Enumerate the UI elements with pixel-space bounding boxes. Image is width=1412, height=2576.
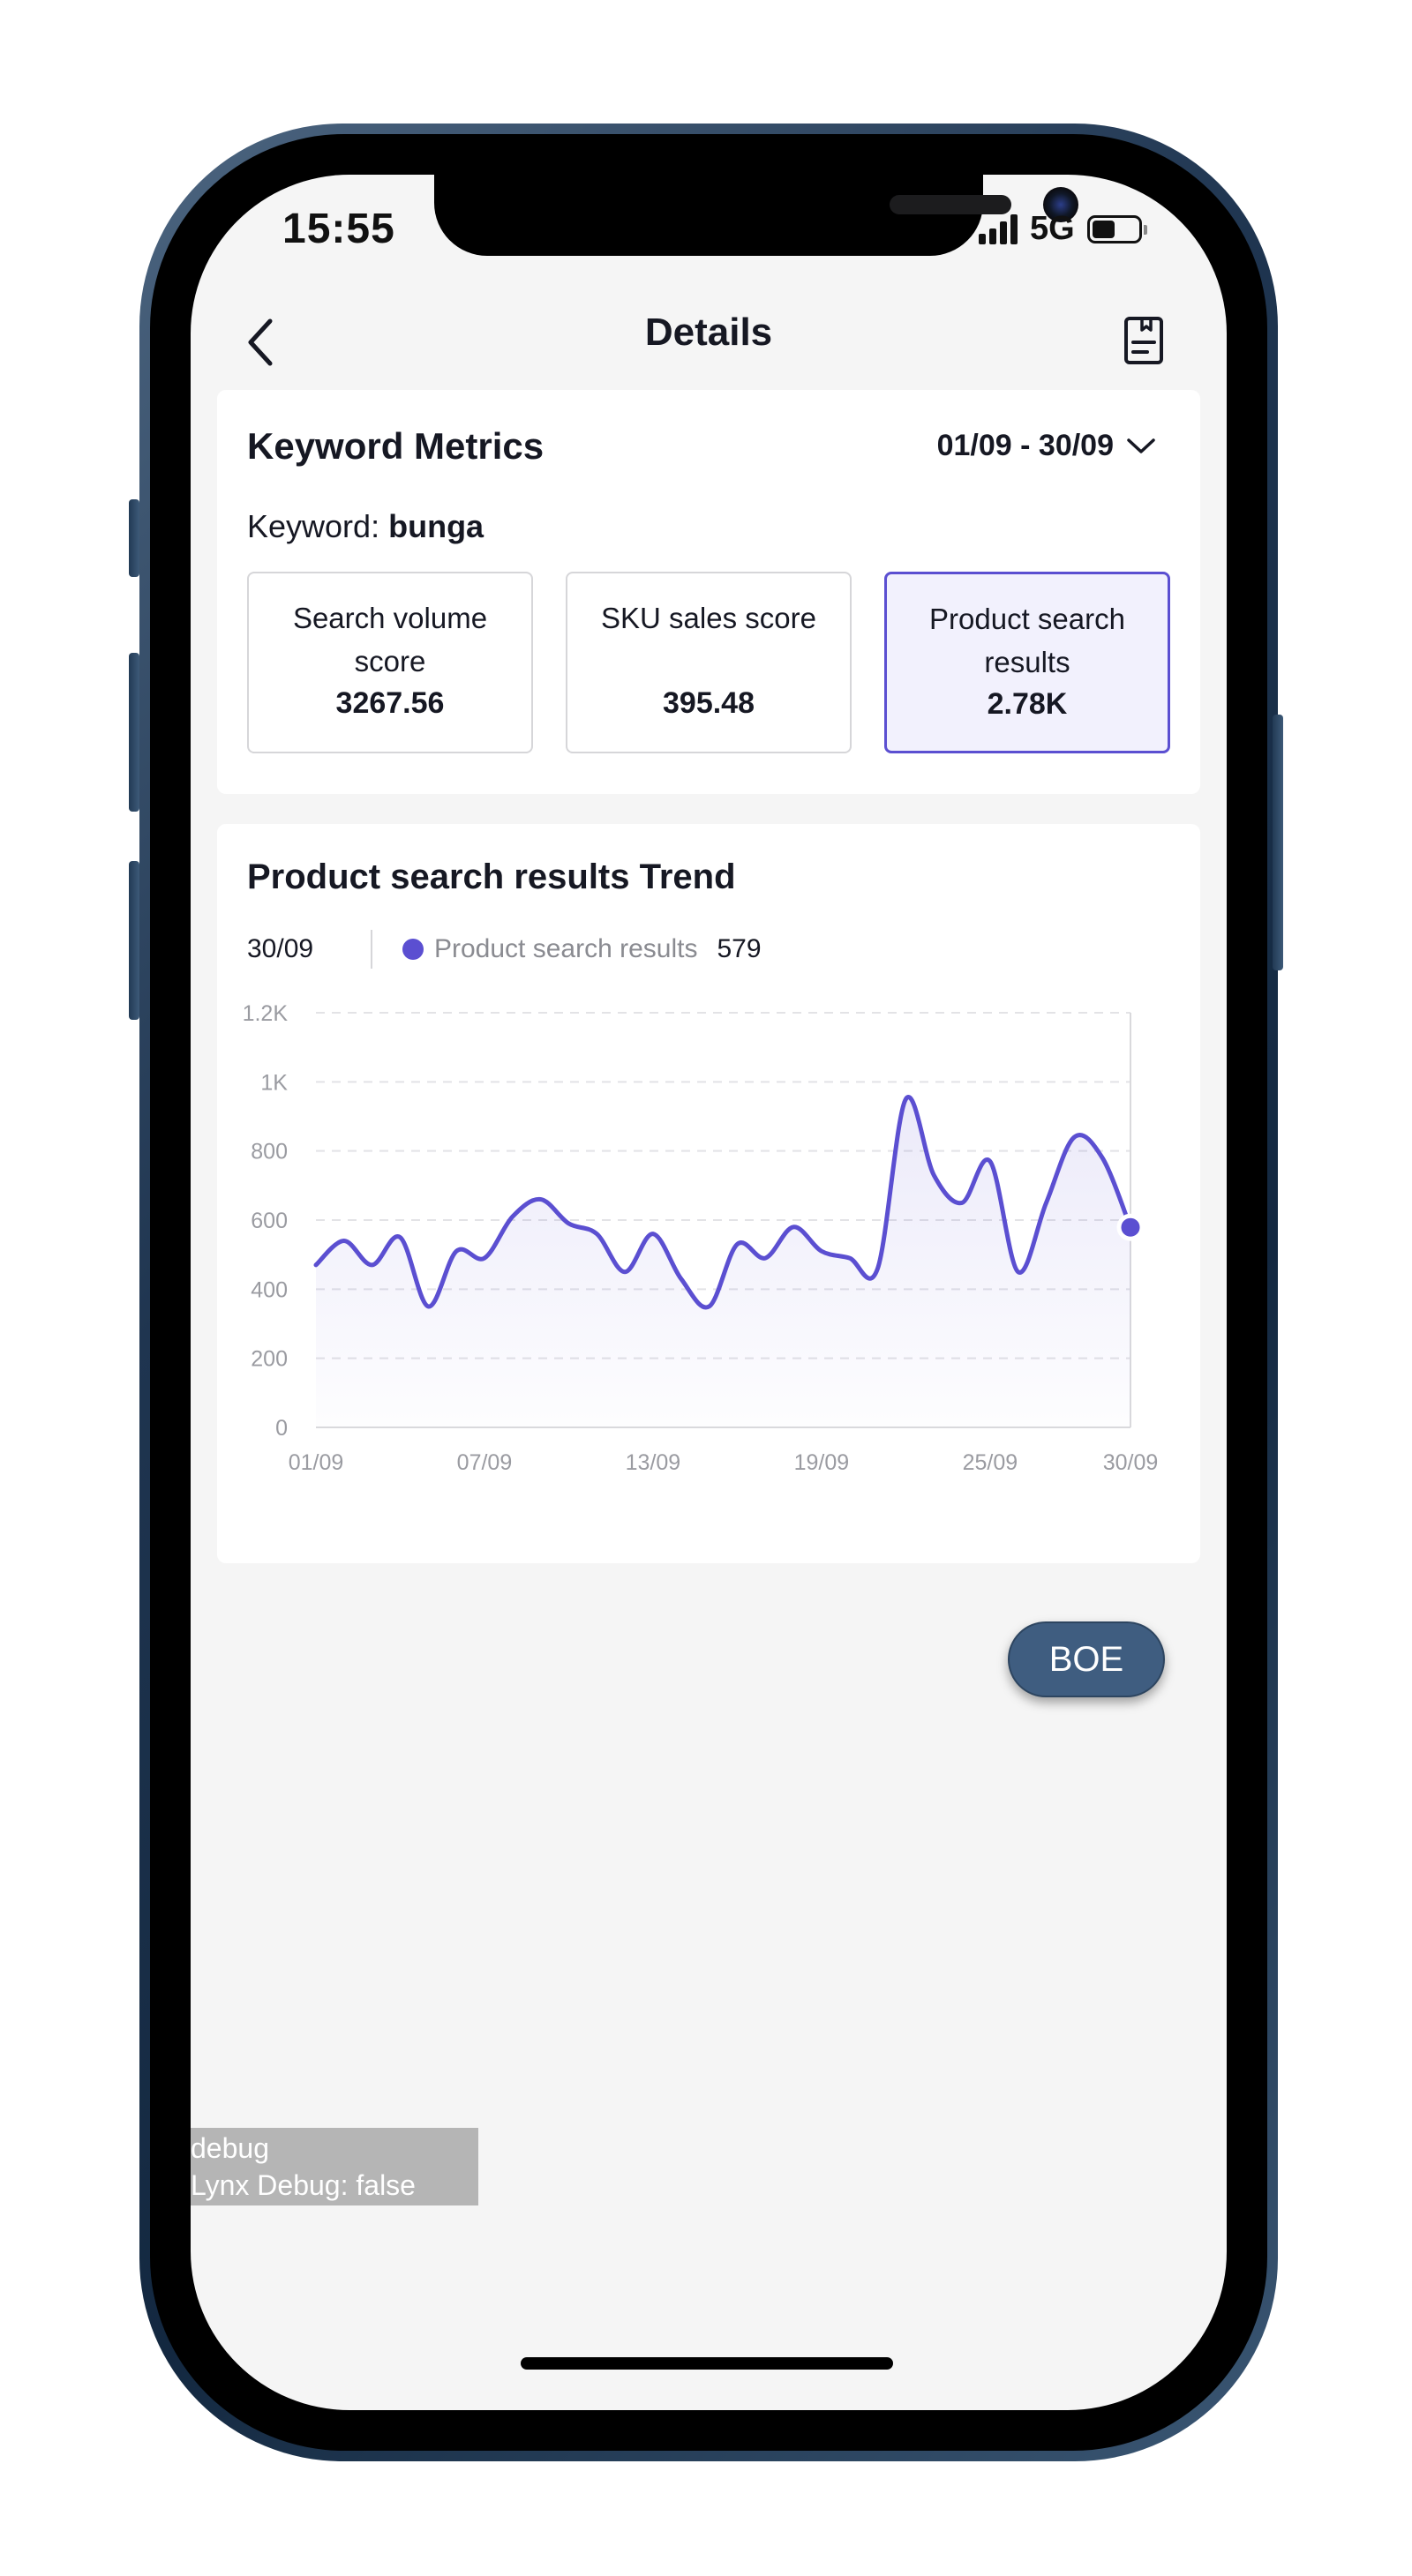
highlighted-point (1116, 1213, 1145, 1241)
debug-label: debug (191, 2132, 269, 2164)
trend-chart[interactable]: 0 200 400 600 800 1K 1.2K 01/09 07/09 13/09 19/09 2… (217, 983, 1200, 1539)
x-tick-label: 30/09 (1103, 1450, 1159, 1475)
volume-up-button (129, 653, 139, 812)
x-tick-label: 25/09 (963, 1450, 1018, 1475)
y-tick-label: 600 (251, 1209, 288, 1233)
legend-divider (371, 930, 372, 969)
debug-overlay[interactable]: debug Lynx Debug: false (191, 2128, 478, 2205)
status-time: 15:55 (282, 206, 395, 252)
page-title: Details (644, 311, 773, 354)
series-area (316, 1097, 1130, 1427)
chevron-down-icon (1127, 438, 1155, 453)
metric-label: Product search results (929, 603, 1125, 678)
x-tick-label: 13/09 (626, 1450, 681, 1475)
metric-value: 395.48 (663, 686, 755, 720)
action-button (129, 499, 139, 577)
metric-value: 3267.56 (335, 686, 445, 720)
metric-search-volume-score[interactable]: Search volume score 3267.56 (247, 572, 533, 753)
metric-sku-sales-score[interactable]: SKU sales score 395.48 (566, 572, 852, 753)
y-tick-label: 400 (251, 1277, 288, 1302)
trend-title: Product search results Trend (247, 857, 736, 896)
keyword-metrics-card: Keyword Metrics 01/09 - 30/09 Keyword: b… (217, 390, 1200, 794)
trend-card: Product search results Trend 30/09 Produ… (217, 824, 1200, 1563)
lynx-debug-status: Lynx Debug: false (191, 2169, 416, 2201)
y-tick-label: 0 (275, 1416, 288, 1441)
x-tick-label: 07/09 (457, 1450, 513, 1475)
series-name: Product search results (434, 934, 698, 963)
boe-button[interactable]: BOE (1008, 1621, 1165, 1697)
trend-tooltip-legend: 30/09 Product search results 579 (247, 930, 762, 969)
home-indicator[interactable] (521, 2357, 893, 2370)
selected-date: 30/09 (247, 934, 314, 963)
y-tick-label: 1K (260, 1070, 288, 1095)
signal-icon (979, 213, 1018, 244)
keyword-value: bunga (388, 508, 484, 544)
series-dot-icon (402, 939, 424, 960)
date-range-label: 01/09 - 30/09 (936, 429, 1114, 462)
report-button[interactable] (1110, 307, 1177, 374)
notch (434, 175, 1078, 256)
date-range-selector[interactable]: 01/09 - 30/09 (937, 429, 1156, 463)
status-indicators: 5G (979, 210, 1147, 248)
keyword-line: Keyword: bunga (247, 508, 484, 545)
battery-icon (1086, 214, 1147, 243)
selected-value: 579 (717, 934, 762, 963)
x-tick-label: 01/09 (289, 1450, 344, 1475)
x-tick-label: 19/09 (794, 1450, 850, 1475)
phone-screen: 15:55 5G Details Keyword Metrics 01/09 -… (191, 175, 1227, 2410)
y-tick-label: 800 (251, 1140, 288, 1164)
keyword-label: Keyword: (247, 508, 380, 544)
power-button (1273, 715, 1283, 970)
network-label: 5G (1030, 210, 1075, 247)
metric-value: 2.78K (987, 687, 1068, 721)
y-tick-label: 200 (251, 1347, 288, 1372)
metric-product-search-results[interactable]: Product search results 2.78K (884, 572, 1170, 753)
keyword-metrics-title: Keyword Metrics (247, 425, 545, 467)
metric-label: Search volume score (292, 602, 488, 678)
document-icon (1124, 317, 1163, 364)
metric-label: SKU sales score (601, 602, 816, 634)
volume-down-button (129, 861, 139, 1020)
y-tick-label: 1.2K (243, 1001, 289, 1026)
